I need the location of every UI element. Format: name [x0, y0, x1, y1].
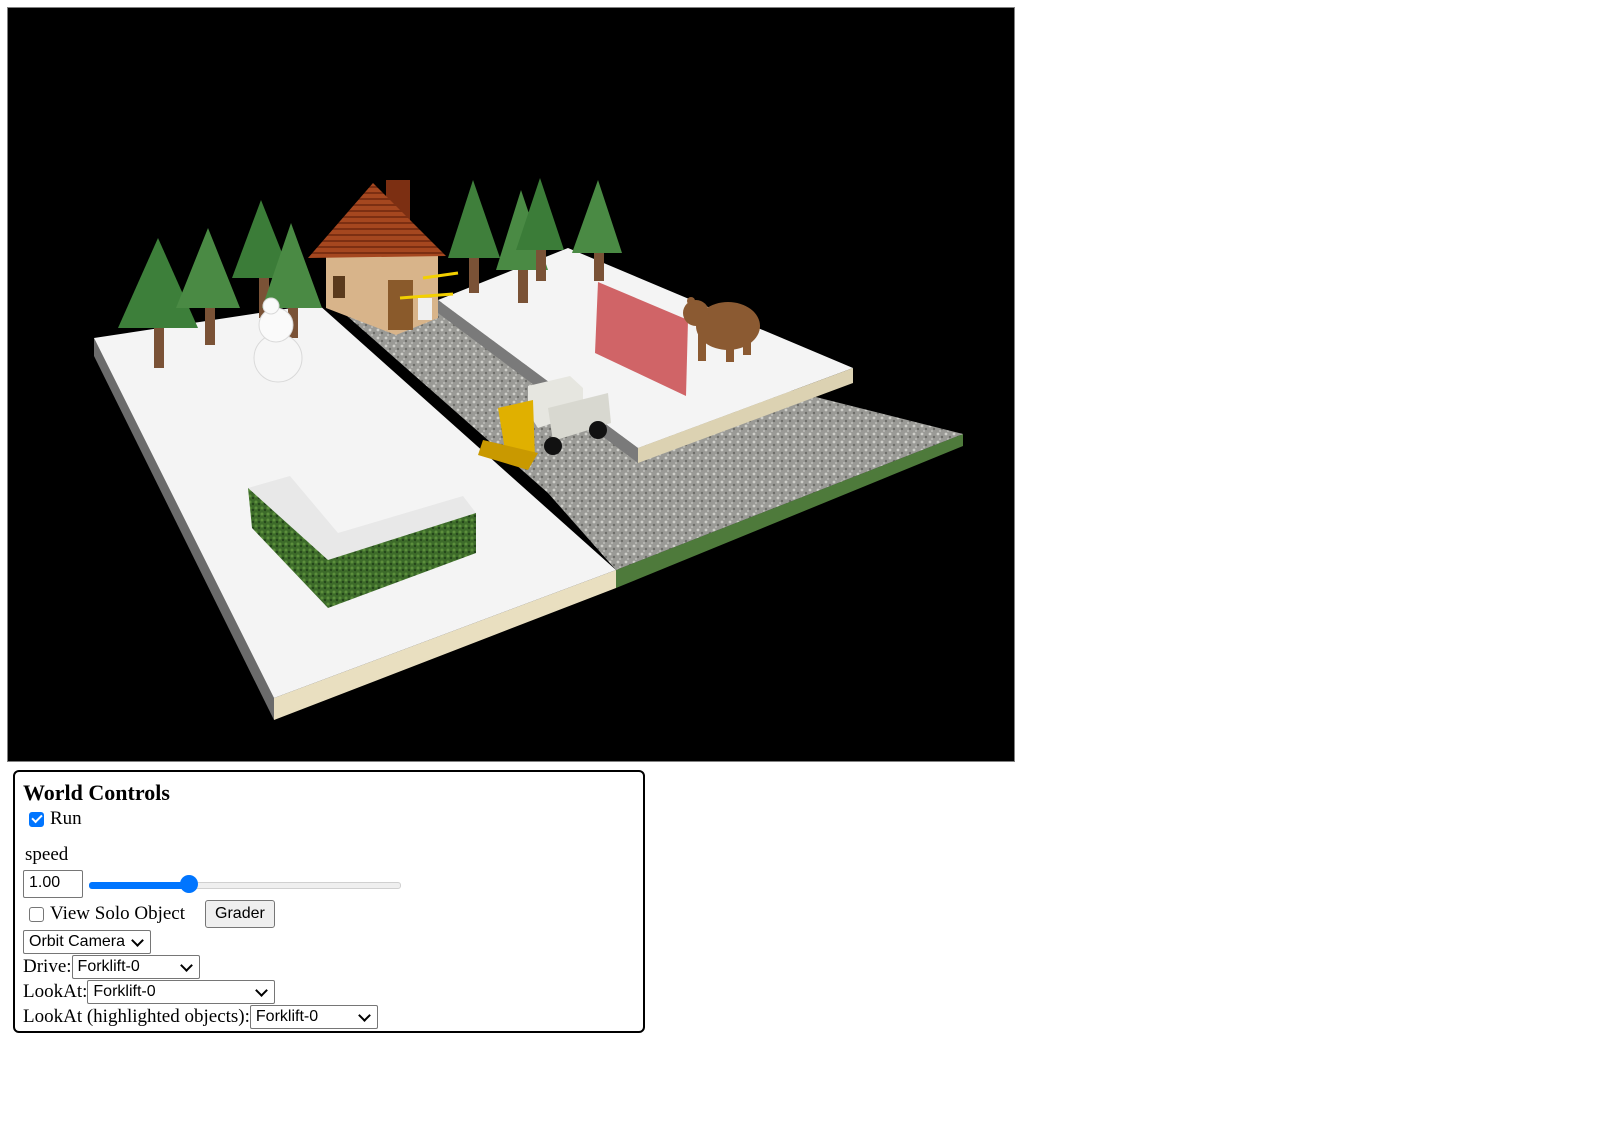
tree [448, 180, 500, 293]
speed-label: speed [25, 844, 69, 865]
lookat-label: LookAt: [23, 981, 88, 1002]
run-label: Run [50, 808, 82, 829]
speed-slider-fill [89, 882, 189, 889]
3d-world-viewport[interactable] [7, 7, 1015, 762]
lookat-select-value: Forklift-0 [93, 983, 156, 1000]
view-solo-label: View Solo Object [50, 903, 186, 924]
view-solo-checkbox[interactable] [29, 906, 44, 922]
camera-select[interactable]: Orbit Camera [23, 930, 151, 954]
speed-slider-thumb[interactable] [179, 875, 198, 893]
lookat-highlighted-select-value: Forklift-0 [255, 1008, 319, 1025]
grader-button[interactable]: Grader [205, 900, 275, 928]
chevron-down-icon [131, 933, 144, 947]
camera-select-value: Orbit Camera [29, 933, 126, 950]
world-controls-panel: World Controls Run speed 1.00 View Solo … [13, 770, 645, 1033]
lookat-highlighted-label: LookAt (highlighted objects): [23, 1006, 250, 1027]
chevron-down-icon [255, 983, 269, 997]
lookat-highlighted-select[interactable]: Forklift-0 [249, 1005, 378, 1029]
drive-select-value: Forklift-0 [77, 958, 140, 975]
chevron-down-icon [179, 958, 193, 972]
run-checkbox[interactable] [29, 811, 44, 827]
drive-label: Drive: [23, 956, 72, 977]
world-scene [94, 178, 963, 720]
sign-post [418, 298, 432, 320]
lookat-select[interactable]: Forklift-0 [87, 980, 276, 1004]
speed-input[interactable]: 1.00 [23, 870, 83, 898]
panel-title: World Controls [23, 780, 170, 805]
chevron-down-icon [358, 1008, 371, 1022]
drive-select[interactable]: Forklift-0 [71, 955, 200, 979]
speed-slider[interactable] [89, 874, 401, 894]
